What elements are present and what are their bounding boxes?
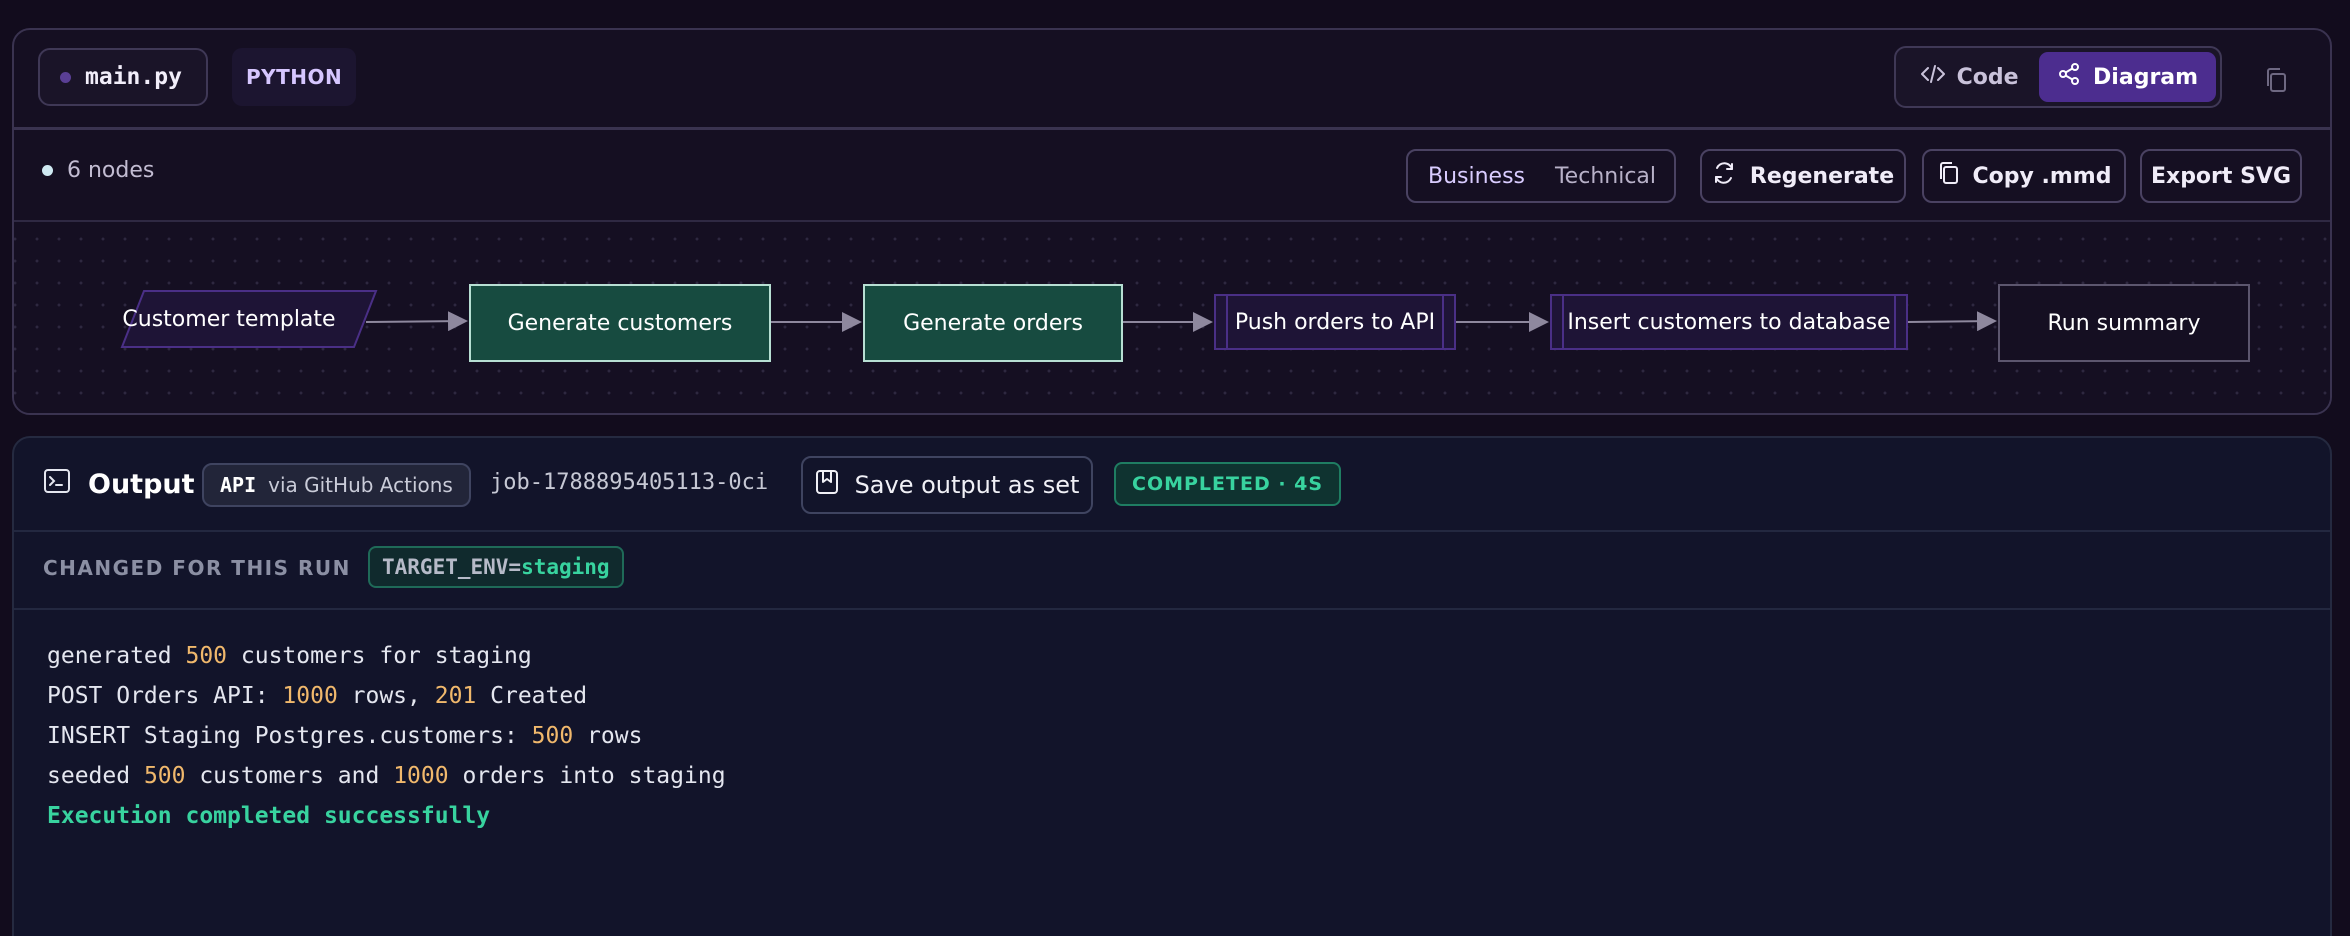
log-text: generated (47, 643, 186, 669)
diagram-edges (120, 290, 1997, 348)
share-nodes-icon (2057, 62, 2081, 92)
env-value: staging (521, 555, 610, 579)
terminal-icon (44, 468, 70, 500)
env-var-chip: TARGET_ENV= staging (368, 546, 624, 588)
technical-mode-button[interactable]: Technical (1541, 164, 1670, 189)
output-title-label: Output (88, 468, 195, 500)
code-view-label: Code (1956, 64, 2019, 90)
code-icon (1920, 64, 1945, 90)
trigger-badge: API (220, 473, 257, 497)
save-output-label: Save output as set (854, 471, 1080, 499)
copy-mmd-label: Copy .mmd (1972, 163, 2112, 189)
view-toggle: Code Diagram (1894, 46, 2222, 108)
copy-icon[interactable] (2260, 64, 2292, 96)
status-dot (42, 165, 53, 176)
bookmark-icon (815, 469, 839, 501)
copy-mmd-button[interactable]: Copy .mmd (1922, 149, 2126, 203)
file-tab[interactable]: main.py (38, 48, 208, 106)
file-status-dot (60, 71, 71, 83)
code-view-button[interactable]: Code (1900, 52, 2039, 102)
log-text: rows (573, 723, 643, 749)
log-text: INSERT Staging Postgres.customers: (47, 723, 532, 749)
log-success-line: Execution completed successfully (47, 803, 491, 829)
diagram-view-button[interactable]: Diagram (2039, 52, 2216, 102)
log-line: generated 500 customers for staging (47, 636, 726, 676)
trigger-text: via GitHub Actions (268, 473, 453, 497)
business-mode-button[interactable]: Business (1412, 164, 1541, 189)
log-text: rows, (337, 683, 435, 709)
log-number: 500 (531, 723, 574, 749)
output-header: Output API via GitHub Actions job-178889… (14, 438, 2330, 532)
export-svg-label: Export SVG (2150, 163, 2292, 189)
output-panel: Output API via GitHub Actions job-178889… (12, 436, 2332, 936)
log-number: 500 (143, 763, 186, 789)
log-number: 1000 (393, 763, 449, 789)
language-badge: PYTHON (232, 48, 357, 106)
file-header: main.py PYTHON Code Diagram (14, 30, 2330, 130)
log-text: POST Orders API: (47, 683, 283, 709)
log-line: seeded 500 customers and 1000 orders int… (47, 756, 726, 796)
file-name: main.py (85, 64, 182, 90)
node-run-summary[interactable]: Run summary (1998, 284, 2250, 362)
log-text: customers for staging (227, 643, 532, 669)
edge-5 (1907, 311, 1997, 332)
status-badge: COMPLETED · 4S (1114, 462, 1342, 506)
save-output-button[interactable]: Save output as set (801, 456, 1093, 514)
log-text: Created (476, 683, 588, 709)
job-id: job-1788895405113-0ci (490, 470, 769, 495)
detail-mode-toggle: Business Technical (1406, 149, 1676, 203)
changed-vars-row: CHANGED FOR THIS RUN TARGET_ENV= staging (14, 532, 2330, 610)
node-insert-customers[interactable]: Insert customers to database (1550, 294, 1908, 350)
edge-1 (365, 311, 468, 332)
output-log: generated 500 customers for staging POST … (47, 636, 726, 836)
diagram-canvas[interactable]: Customer template Generate customers Gen… (14, 222, 2330, 413)
diagram-toolbar: 6 nodes Business Technical Regenerate Co… (14, 130, 2330, 222)
refresh-icon (1712, 161, 1736, 191)
log-text: seeded (47, 763, 144, 789)
log-line: POST Orders API: 1000 rows, 201 Created (47, 676, 726, 716)
env-key: TARGET_ENV= (382, 555, 522, 579)
diagram-panel: main.py PYTHON Code Diagram 6 nodes Busi… (12, 28, 2332, 415)
export-svg-button[interactable]: Export SVG (2140, 149, 2302, 203)
trigger-chip: API via GitHub Actions (202, 463, 471, 507)
changed-label: CHANGED FOR THIS RUN (43, 556, 351, 580)
log-text: orders into staging (448, 763, 726, 789)
regenerate-label: Regenerate (1749, 163, 1895, 189)
node-generate-orders[interactable]: Generate orders (863, 284, 1123, 362)
log-text: customers and (185, 763, 394, 789)
output-title: Output (44, 462, 195, 506)
log-number: 500 (185, 643, 228, 669)
diagram-view-label: Diagram (2093, 64, 2199, 90)
node-push-orders[interactable]: Push orders to API (1214, 294, 1456, 350)
node-generate-customers[interactable]: Generate customers (469, 284, 771, 362)
log-number: 201 (434, 683, 477, 709)
nodes-count: 6 nodes (42, 158, 154, 183)
clipboard-icon (1937, 160, 1959, 192)
nodes-count-label: 6 nodes (67, 158, 155, 183)
regenerate-button[interactable]: Regenerate (1700, 149, 1906, 203)
node-customer-template[interactable]: Customer template (99, 291, 359, 347)
log-number: 1000 (282, 683, 338, 709)
log-line: INSERT Staging Postgres.customers: 500 r… (47, 716, 726, 756)
